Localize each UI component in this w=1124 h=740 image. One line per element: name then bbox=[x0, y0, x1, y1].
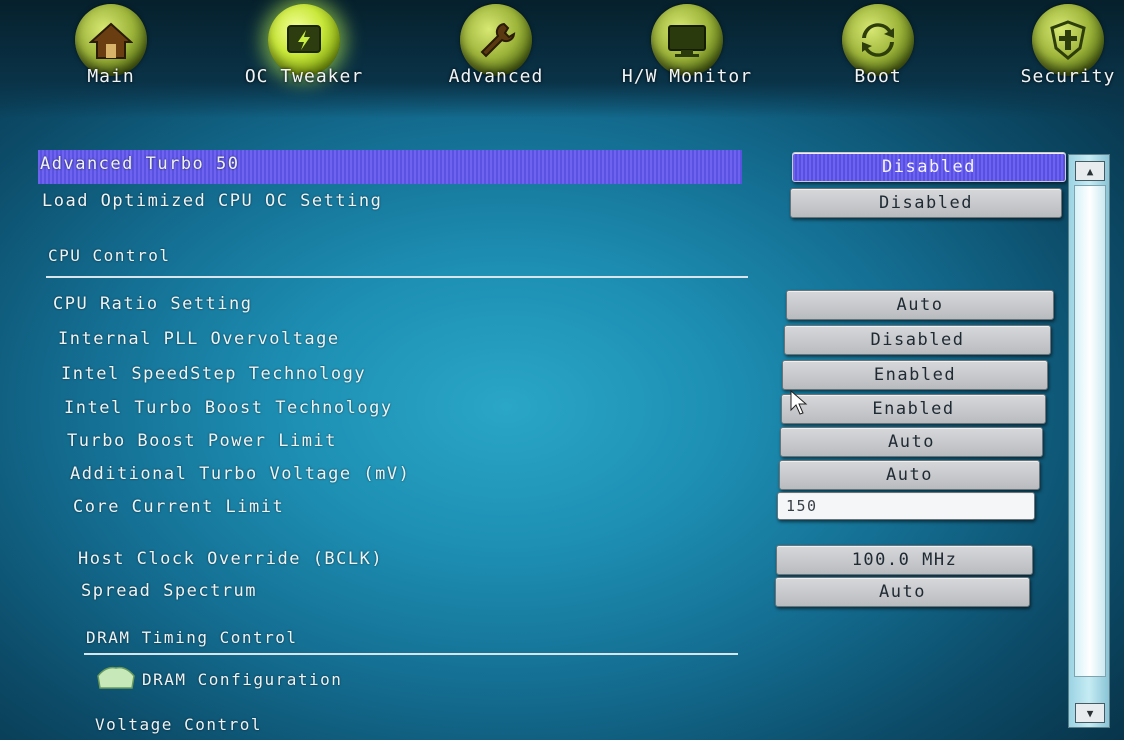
dram-configuration-link[interactable]: DRAM Configuration bbox=[142, 670, 342, 689]
advanced-turbo-label[interactable]: Advanced Turbo 50 bbox=[40, 154, 240, 174]
cpu-ratio-label[interactable]: CPU Ratio Setting bbox=[53, 294, 253, 314]
top-navigation: Main OC Tweaker Advanced H/W Monitor Boo… bbox=[0, 0, 1124, 118]
tab-label: H/W Monitor bbox=[621, 66, 753, 87]
advanced-turbo-value[interactable]: Disabled bbox=[792, 152, 1066, 182]
internal-pll-label[interactable]: Internal PLL Overvoltage bbox=[58, 329, 340, 349]
host-clock-value[interactable]: 100.0 MHz bbox=[776, 545, 1033, 575]
cpu-ratio-value[interactable]: Auto bbox=[786, 290, 1054, 320]
turbo-power-limit-label[interactable]: Turbo Boost Power Limit bbox=[67, 431, 337, 451]
host-clock-label[interactable]: Host Clock Override (BCLK) bbox=[78, 549, 383, 569]
load-optimized-cpu-oc-value[interactable]: Disabled bbox=[790, 188, 1062, 218]
internal-pll-value[interactable]: Disabled bbox=[784, 325, 1051, 355]
tab-main[interactable]: Main bbox=[36, 4, 186, 104]
cpu-control-heading: CPU Control bbox=[48, 246, 171, 265]
speedstep-value[interactable]: Enabled bbox=[782, 360, 1048, 390]
tab-label: Security bbox=[1020, 66, 1116, 87]
tab-label: Advanced bbox=[448, 66, 544, 87]
mouse-cursor-icon bbox=[790, 389, 810, 420]
scroll-up-button[interactable]: ▲ bbox=[1075, 161, 1105, 181]
tab-advanced[interactable]: Advanced bbox=[421, 4, 571, 104]
turbo-power-limit-value[interactable]: Auto bbox=[780, 427, 1043, 457]
cpu-control-divider bbox=[46, 276, 748, 278]
spread-spectrum-value[interactable]: Auto bbox=[775, 577, 1030, 607]
additional-turbo-voltage-label[interactable]: Additional Turbo Voltage (mV) bbox=[70, 464, 410, 484]
core-current-limit-input[interactable]: 150 bbox=[777, 492, 1035, 520]
tab-boot[interactable]: Boot bbox=[803, 4, 953, 104]
turbo-boost-value[interactable]: Enabled bbox=[781, 394, 1046, 424]
scroll-thumb[interactable] bbox=[1074, 185, 1106, 677]
tab-label: OC Tweaker bbox=[244, 66, 364, 87]
dram-timing-divider bbox=[84, 653, 738, 655]
turbo-boost-label[interactable]: Intel Turbo Boost Technology bbox=[64, 398, 393, 418]
speedstep-label[interactable]: Intel SpeedStep Technology bbox=[61, 364, 366, 384]
additional-turbo-voltage-value[interactable]: Auto bbox=[779, 460, 1040, 490]
voltage-control-heading: Voltage Control bbox=[95, 715, 262, 734]
folder-icon bbox=[96, 664, 136, 690]
tab-label: Boot bbox=[854, 66, 902, 87]
tab-label: Main bbox=[87, 66, 135, 87]
spread-spectrum-label[interactable]: Spread Spectrum bbox=[81, 581, 257, 601]
scrollbar[interactable]: ▲ ▼ bbox=[1068, 154, 1110, 728]
load-optimized-cpu-oc-label[interactable]: Load Optimized CPU OC Setting bbox=[42, 191, 382, 211]
tab-security[interactable]: Security bbox=[993, 4, 1124, 104]
core-current-limit-label[interactable]: Core Current Limit bbox=[73, 497, 284, 517]
scroll-down-button[interactable]: ▼ bbox=[1075, 703, 1105, 723]
tab-hw-monitor[interactable]: H/W Monitor bbox=[612, 4, 762, 104]
tab-oc-tweaker[interactable]: OC Tweaker bbox=[229, 4, 379, 104]
dram-timing-heading: DRAM Timing Control bbox=[86, 628, 298, 647]
